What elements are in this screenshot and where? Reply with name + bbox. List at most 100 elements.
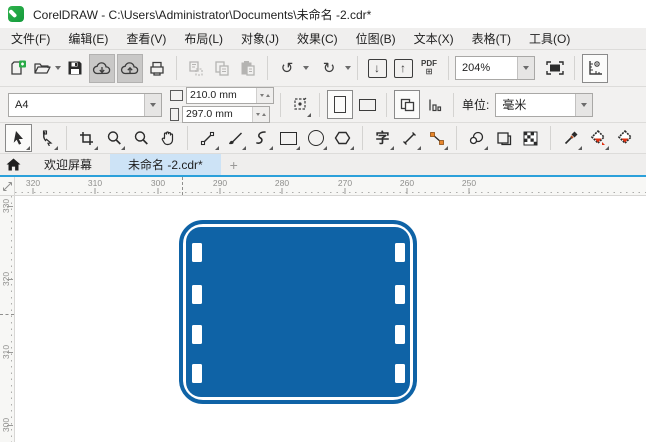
units-dropdown-button[interactable] [575, 93, 593, 116]
page-width-input[interactable] [187, 89, 256, 101]
drop-shadow-tool[interactable] [464, 125, 489, 151]
zoom-tool[interactable] [101, 125, 126, 151]
film-hole [192, 364, 202, 383]
show-rulers-button[interactable] [582, 53, 608, 83]
drawing-canvas[interactable] [15, 196, 646, 442]
all-pages-button[interactable] [394, 90, 420, 119]
artistic-media-tool[interactable] [222, 125, 247, 151]
connector-tool[interactable] [424, 125, 449, 151]
menu-tools[interactable]: 工具(O) [520, 28, 579, 50]
pick-tool[interactable] [5, 124, 32, 152]
vertical-ruler[interactable]: 330 320 310 300 [0, 196, 15, 442]
film-strip-shape[interactable] [179, 220, 417, 404]
menu-effects[interactable]: 效果(C) [288, 28, 347, 50]
home-tab-button[interactable] [0, 154, 26, 175]
spinner-up-icon[interactable] [266, 93, 270, 97]
zoom-tool-icon [106, 130, 122, 146]
new-document-button[interactable] [7, 55, 31, 82]
zoom-level-combo[interactable]: 204% [455, 56, 535, 80]
redo-button[interactable]: ↻ [317, 55, 341, 82]
ruler-major-tick [281, 188, 283, 194]
shape-tool[interactable] [34, 125, 59, 151]
new-document-icon [10, 59, 28, 77]
page-height-icon [170, 107, 179, 121]
cloud-download-button[interactable] [89, 53, 115, 83]
interactive-fill-tool[interactable] [585, 125, 610, 151]
toolbar-separator [448, 56, 449, 80]
open-dropdown-caret-icon[interactable] [55, 66, 61, 70]
page-size-combo[interactable]: A4 [8, 92, 162, 117]
zoom-dropdown-button[interactable] [517, 57, 534, 79]
rectangle-tool[interactable] [276, 125, 301, 151]
menu-layout[interactable]: 布局(L) [175, 28, 232, 50]
polygon-tool[interactable] [330, 125, 355, 151]
publish-pdf-button[interactable]: PDF ⊞ [417, 55, 441, 82]
undo-button[interactable]: ↺ [275, 55, 299, 82]
page-height-spinner[interactable] [252, 106, 269, 122]
rectangle-tool-icon [280, 131, 297, 145]
page-width-field-wrap [186, 86, 274, 104]
import-button[interactable]: ↓ [365, 55, 389, 82]
ruler-label: 280 [274, 178, 290, 188]
coreldraw-window: CorelDRAW - C:\Users\Administrator\Docum… [0, 0, 646, 442]
menu-text[interactable]: 文本(X) [405, 28, 463, 50]
undo-dropdown-caret-icon[interactable] [303, 66, 309, 70]
pan-tool[interactable] [155, 125, 180, 151]
home-icon [6, 158, 21, 171]
spinner-up-icon[interactable] [262, 112, 266, 116]
ruler-label: 320 [25, 178, 41, 188]
ruler-major-tick [406, 188, 408, 194]
menu-object[interactable]: 对象(J) [232, 28, 288, 50]
landscape-button[interactable] [355, 91, 379, 118]
spinner-down-icon[interactable] [260, 93, 264, 97]
dimension-tool[interactable] [397, 125, 422, 151]
fullscreen-preview-button[interactable] [543, 55, 567, 82]
ruler-major-tick [7, 279, 13, 280]
page-height-input[interactable] [183, 108, 252, 120]
menu-bar: 文件(F) 编辑(E) 查看(V) 布局(L) 对象(J) 效果(C) 位图(B… [0, 28, 646, 50]
menu-bitmaps[interactable]: 位图(B) [347, 28, 405, 50]
autofit-page-button[interactable] [288, 91, 312, 118]
freehand-tool[interactable] [195, 125, 220, 151]
transparency-tool[interactable] [491, 125, 516, 151]
copy-button [210, 55, 234, 82]
film-hole [395, 325, 405, 344]
units-label: 单位: [462, 98, 490, 112]
page-size-dropdown-button[interactable] [144, 93, 161, 116]
toolbar-separator [574, 56, 575, 80]
cut-button [184, 55, 208, 82]
ellipse-tool[interactable] [303, 125, 328, 151]
film-hole [395, 364, 405, 383]
ruler-label: 250 [461, 178, 477, 188]
menu-table[interactable]: 表格(T) [463, 28, 520, 50]
toolbox: 字 [0, 123, 646, 154]
horizontal-ruler[interactable]: 320 310 300 290 280 270 260 250 [15, 177, 646, 196]
current-page-button[interactable] [422, 91, 446, 118]
open-button[interactable] [33, 55, 61, 82]
redo-dropdown-caret-icon[interactable] [345, 66, 351, 70]
cloud-upload-button[interactable] [117, 53, 143, 83]
units-combo[interactable]: 毫米 [495, 92, 594, 117]
new-document-tab-button[interactable]: + [221, 154, 247, 175]
tab-document[interactable]: 未命名 -2.cdr* [110, 154, 221, 175]
magnifier-tool[interactable] [128, 125, 153, 151]
menu-edit[interactable]: 编辑(E) [59, 28, 117, 50]
portrait-button[interactable] [327, 90, 353, 119]
color-eyedropper-tool[interactable] [558, 125, 583, 151]
export-button[interactable]: ↑ [391, 55, 415, 82]
page-width-spinner[interactable] [256, 87, 273, 103]
dimension-tool-icon [402, 131, 417, 146]
spinner-down-icon[interactable] [256, 112, 260, 116]
toolbox-separator [187, 126, 188, 150]
text-tool[interactable]: 字 [370, 125, 395, 151]
menu-file[interactable]: 文件(F) [2, 28, 59, 50]
tab-welcome-screen[interactable]: 欢迎屏幕 [26, 154, 110, 175]
crop-tool[interactable] [74, 125, 99, 151]
ruler-origin-corner[interactable] [0, 177, 15, 196]
smart-fill-tool[interactable] [612, 125, 637, 151]
menu-view[interactable]: 查看(V) [117, 28, 175, 50]
mesh-fill-tool[interactable] [518, 125, 543, 151]
save-button[interactable] [63, 55, 87, 82]
pen-tool[interactable] [249, 125, 274, 151]
print-button[interactable] [145, 55, 169, 82]
